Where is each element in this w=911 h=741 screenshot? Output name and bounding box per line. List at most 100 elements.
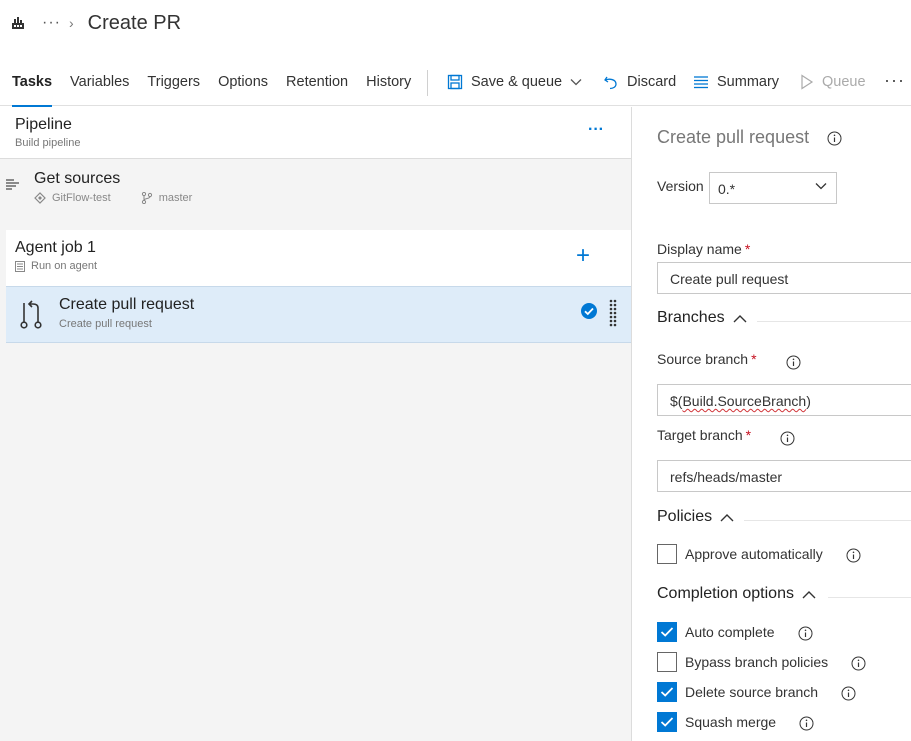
discard-label: Discard: [627, 74, 677, 90]
tab-triggers[interactable]: Triggers: [147, 62, 200, 106]
info-icon[interactable]: [851, 656, 866, 676]
source-branch-prefix: $(: [670, 393, 683, 409]
play-icon: [801, 74, 814, 90]
pipeline-header[interactable]: Pipeline Build pipeline ···: [0, 107, 631, 159]
checkbox-box[interactable]: [657, 544, 677, 564]
summary-label: Summary: [717, 74, 780, 90]
save-icon: [447, 74, 463, 90]
info-icon[interactable]: [786, 355, 801, 375]
source-branch-variable: Build.SourceBranch: [682, 393, 807, 409]
target-branch-input[interactable]: refs/heads/master: [657, 460, 911, 492]
toolbar-divider: [427, 70, 428, 96]
squash-merge-checkbox[interactable]: Squash merge: [657, 712, 776, 732]
pipeline-subtitle: Build pipeline: [15, 137, 81, 149]
source-branch-input[interactable]: $(Build.SourceBranch): [657, 384, 911, 416]
chevron-down-icon: [815, 183, 827, 190]
task-details-panel: Create pull request Version 0.* Display …: [631, 107, 911, 741]
required-mark: *: [751, 351, 757, 367]
enabled-check-icon: [580, 302, 598, 325]
version-value: 0.*: [718, 181, 736, 197]
auto-complete-label: Auto complete: [685, 624, 775, 640]
bypass-branch-policies-checkbox[interactable]: Bypass branch policies: [657, 652, 828, 672]
pipeline-logo-icon[interactable]: [10, 14, 28, 32]
pipeline-title: Pipeline: [15, 116, 72, 133]
task-item-create-pull-request[interactable]: Create pull request Create pull request: [6, 286, 631, 343]
branches-section-header[interactable]: Branches: [657, 309, 747, 327]
tab-retention[interactable]: Retention: [286, 62, 348, 106]
display-name-input[interactable]: Create pull request: [657, 262, 911, 294]
add-task-button[interactable]: +: [576, 244, 590, 268]
version-label: Version: [657, 178, 704, 194]
required-mark: *: [745, 427, 752, 443]
chevron-up-icon: [733, 314, 747, 322]
completion-divider: [828, 597, 911, 598]
completion-options-section-title: Completion options: [657, 585, 794, 602]
version-select[interactable]: 0.*: [709, 172, 837, 204]
get-sources-title: Get sources: [34, 170, 121, 187]
agent-job-title: Agent job 1: [15, 239, 96, 256]
branches-section-title: Branches: [657, 309, 725, 326]
tab-options[interactable]: Options: [218, 62, 268, 106]
task-title: Create pull request: [59, 296, 195, 313]
delete-source-branch-checkbox[interactable]: Delete source branch: [657, 682, 818, 702]
info-icon[interactable]: [799, 716, 814, 736]
tab-bar: Tasks Variables Triggers Options Retenti…: [12, 62, 429, 107]
source-branch-label-text: Source branch: [657, 351, 749, 367]
checkbox-box[interactable]: [657, 712, 677, 732]
pipeline-tree-panel: Pipeline Build pipeline ··· Get sources …: [0, 107, 631, 741]
checkbox-box[interactable]: [657, 652, 677, 672]
info-icon[interactable]: [846, 548, 861, 568]
list-icon: [694, 76, 708, 89]
checkbox-box[interactable]: [657, 622, 677, 642]
checkbox-box[interactable]: [657, 682, 677, 702]
repo-icon: [34, 192, 46, 204]
queue-button[interactable]: Queue: [800, 62, 866, 102]
branch-icon: [141, 192, 152, 204]
info-icon[interactable]: [827, 131, 842, 151]
details-title: Create pull request: [657, 127, 810, 147]
source-branch-suffix: ): [806, 393, 811, 409]
policies-section-header[interactable]: Policies: [657, 508, 734, 526]
toolbar-more-button[interactable]: ···: [884, 70, 905, 91]
server-icon: [15, 260, 25, 272]
agent-job-subtitle-row: Run on agent: [15, 260, 97, 272]
tab-history[interactable]: History: [366, 62, 411, 106]
source-branch-label: Source branch *: [657, 351, 757, 367]
tab-variables[interactable]: Variables: [70, 62, 129, 106]
auto-complete-checkbox[interactable]: Auto complete: [657, 622, 775, 642]
branch-name: master: [158, 192, 193, 204]
agent-job-subtitle: Run on agent: [31, 260, 98, 272]
chevron-up-icon: [802, 590, 816, 598]
display-name-label: Display name *: [657, 241, 750, 257]
get-sources-item[interactable]: Get sources GitFlow-test master: [0, 160, 631, 228]
summary-button[interactable]: Summary: [693, 62, 779, 102]
save-and-queue-button[interactable]: Save & queue: [447, 62, 582, 102]
info-icon[interactable]: [780, 431, 795, 451]
target-branch-label-text: Target branch: [657, 427, 743, 443]
pipeline-more-button[interactable]: ···: [588, 121, 604, 139]
repo-name: GitFlow-test: [52, 192, 111, 204]
get-sources-meta: GitFlow-test master: [34, 192, 192, 204]
approve-automatically-checkbox[interactable]: Approve automatically: [657, 544, 823, 564]
undo-icon: [604, 76, 617, 90]
delete-source-branch-label: Delete source branch: [685, 684, 819, 700]
drag-handle-icon[interactable]: [609, 299, 617, 332]
sources-list-icon: [5, 178, 21, 197]
display-name-label-text: Display name: [657, 241, 742, 257]
discard-button[interactable]: Discard: [603, 62, 676, 102]
save-and-queue-label: Save & queue: [471, 74, 563, 90]
tab-tasks[interactable]: Tasks: [12, 62, 53, 107]
task-subtitle: Create pull request: [59, 318, 152, 330]
branches-divider: [757, 321, 911, 322]
agent-job-item[interactable]: Agent job 1 Run on agent +: [6, 230, 631, 286]
breadcrumb: ··· › Create PR: [10, 8, 181, 38]
info-icon[interactable]: [798, 626, 813, 646]
info-icon[interactable]: [841, 686, 856, 706]
bypass-branch-policies-label: Bypass branch policies: [685, 654, 829, 670]
chevron-up-icon: [720, 513, 734, 521]
page-title: Create PR: [87, 11, 182, 34]
completion-options-section-header[interactable]: Completion options: [657, 585, 816, 603]
queue-label: Queue: [822, 74, 866, 90]
breadcrumb-more-button[interactable]: ···: [42, 14, 61, 32]
policies-section-title: Policies: [657, 508, 713, 525]
